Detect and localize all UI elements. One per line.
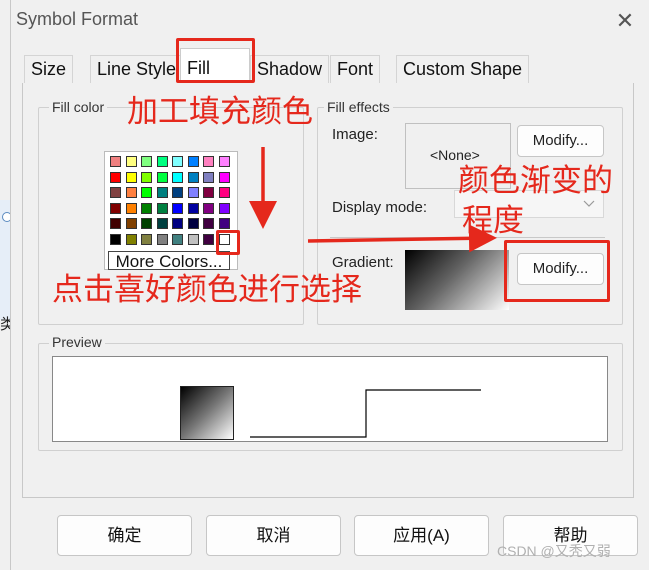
annotation-arrows (249, 147, 497, 253)
watermark: CSDN @又秃又弱 (497, 543, 611, 559)
arrow-right (307, 224, 497, 253)
